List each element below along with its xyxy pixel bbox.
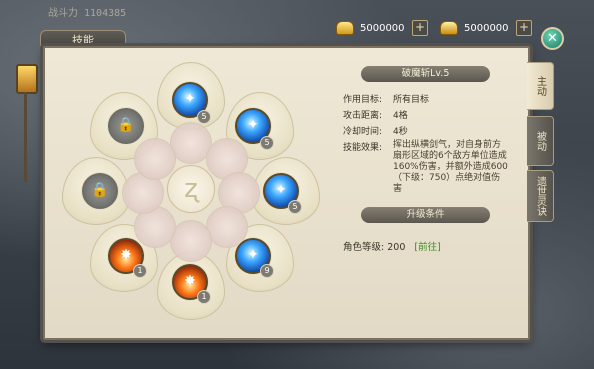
bound-amount: 5000000 bbox=[464, 22, 509, 34]
skill-info: 破魔斩Lv.5 作用目标: 所有目标 攻击距离: 4格 冷却时间: 4秒 技能效… bbox=[343, 66, 508, 253]
inner-petal bbox=[170, 220, 212, 262]
center-emblem-icon: ʐ bbox=[167, 165, 215, 213]
currency-bound: 5000000 + bbox=[440, 18, 532, 38]
skill-level-badge: 9 bbox=[260, 264, 274, 278]
add-bound-button[interactable]: + bbox=[516, 20, 532, 36]
gold-amount: 5000000 bbox=[360, 22, 405, 34]
currency-gold: 5000000 + bbox=[336, 18, 428, 38]
effect-row: 技能效果: 挥出纵横剑气，对自身前方扇形区域的6个敌方单位造成160%伤害，并额… bbox=[343, 140, 508, 194]
goto-link[interactable]: [前往] bbox=[414, 242, 440, 253]
cooldown-row: 冷却时间: 4秒 bbox=[343, 127, 408, 137]
skill-level-badge: 5 bbox=[197, 110, 211, 124]
tab-passive-skills[interactable]: 被动 bbox=[527, 116, 554, 166]
skill-level-badge: 1 bbox=[133, 264, 147, 278]
skill-wheel: ʐ ✦ 5 ✦ 5 ✦ 5 ✦ 9 ✸ 1 ✸ 1 🔒 🔒 bbox=[60, 62, 320, 332]
skill-level-badge: 1 bbox=[197, 290, 211, 304]
target-row: 作用目标: 所有目标 bbox=[343, 95, 430, 105]
bound-ingot-icon bbox=[440, 21, 458, 35]
tab-legacy-skills[interactable]: 遗世灵诀 bbox=[527, 170, 554, 222]
skill-level-badge: 5 bbox=[288, 200, 302, 214]
combat-power-text: 战斗力 1104385 bbox=[48, 8, 127, 19]
lantern-icon bbox=[16, 64, 38, 94]
skill-slot-left-locked[interactable]: 🔒 bbox=[82, 173, 118, 209]
upgrade-title: 升级条件 bbox=[361, 207, 490, 223]
close-button[interactable]: ✕ bbox=[541, 27, 564, 50]
lantern-pole bbox=[24, 92, 27, 182]
gold-ingot-icon bbox=[336, 21, 354, 35]
skill-slot-upper-left-locked[interactable]: 🔒 bbox=[108, 108, 144, 144]
skill-level-badge: 5 bbox=[260, 136, 274, 150]
add-gold-button[interactable]: + bbox=[412, 20, 428, 36]
tab-active-skills[interactable]: 主动 bbox=[527, 62, 554, 110]
level-requirement: 角色等级: 200 [前往] bbox=[343, 242, 441, 253]
range-row: 攻击距离: 4格 bbox=[343, 111, 408, 121]
inner-petal bbox=[134, 138, 176, 180]
skill-name: 破魔斩Lv.5 bbox=[361, 66, 490, 82]
